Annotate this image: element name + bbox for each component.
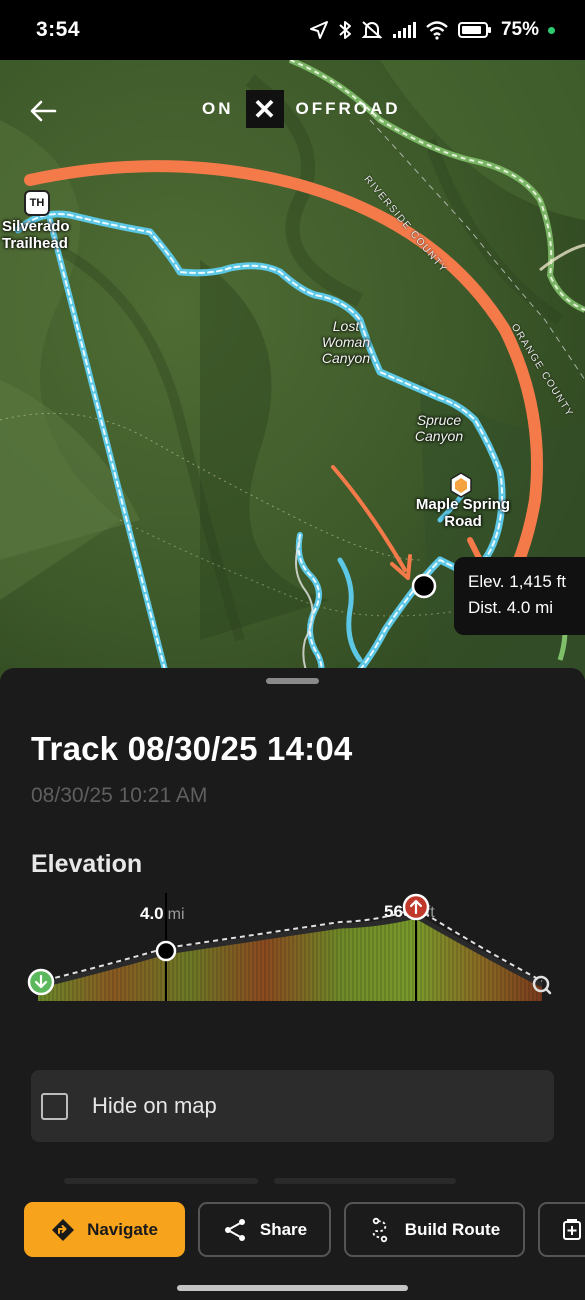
elevation-profile-chart[interactable] xyxy=(0,893,585,1043)
status-time: 3:54 xyxy=(36,18,81,41)
tooltip-dist-value: 4.0 mi xyxy=(506,598,554,617)
brand-logo: ON ✕ OFFROAD xyxy=(202,90,401,128)
trailhead-icon[interactable]: TH xyxy=(24,190,50,216)
hide-on-map-label: Hide on map xyxy=(92,1093,217,1118)
navigate-icon xyxy=(52,1218,75,1241)
sheet-drag-handle[interactable] xyxy=(266,678,319,684)
tooltip-elev-label: Elev. xyxy=(468,572,505,591)
brand-x-mark: ✕ xyxy=(252,93,277,125)
brand-x-icon: ✕ xyxy=(245,90,284,128)
trailhead-label[interactable]: Silverado Trailhead xyxy=(2,218,70,253)
collapsed-content-hint xyxy=(274,1178,456,1184)
track-date: 08/30/25 10:21 AM xyxy=(31,784,208,807)
tooltip-dist-label: Dist. xyxy=(468,598,502,617)
home-indicator[interactable] xyxy=(177,1285,408,1291)
brand-on: ON xyxy=(202,99,234,118)
label-line: Maple Spring xyxy=(415,496,511,513)
trailhead-label-line2: Trailhead xyxy=(2,235,68,253)
map-tooltip: Elev. 1,415 ft Dist. 4.0 mi xyxy=(454,557,585,635)
navigate-button[interactable]: Navigate xyxy=(24,1202,185,1257)
back-arrow-icon xyxy=(30,100,57,122)
battery-icon xyxy=(457,22,491,38)
location-arrow-icon xyxy=(309,21,328,39)
trailhead-label-line1: Silverado xyxy=(2,218,70,235)
battery-percent: 75% xyxy=(500,19,539,40)
back-button[interactable] xyxy=(26,94,60,128)
add-to-folder-icon xyxy=(563,1218,581,1240)
tooltip-elevation: Elev. 1,415 ft xyxy=(468,569,585,595)
elevation-max-marker xyxy=(402,893,430,921)
collapsed-content-hint xyxy=(64,1178,258,1184)
tooltip-distance: Dist. 4.0 mi xyxy=(468,595,585,621)
track-details-sheet: Track 08/30/25 14:04 08/30/25 10:21 AM E… xyxy=(0,668,585,1300)
share-icon xyxy=(224,1218,245,1241)
track-title: Track 08/30/25 14:04 xyxy=(31,730,353,767)
charging-dot-icon xyxy=(548,26,555,34)
label-line: Lost xyxy=(332,318,360,334)
navigate-label: Navigate xyxy=(87,1219,158,1239)
build-route-label: Build Route xyxy=(404,1219,501,1239)
action-bar: Navigate Share Build Route xyxy=(0,1202,585,1258)
label-line: Woman xyxy=(321,334,371,351)
mute-icon xyxy=(361,21,383,39)
hide-on-map-row[interactable]: Hide on map xyxy=(31,1070,554,1142)
more-actions-button[interactable] xyxy=(538,1202,585,1257)
label-line: Spruce xyxy=(416,412,462,428)
elevation-section-title: Elevation xyxy=(31,850,143,878)
label-line: Canyon xyxy=(321,350,371,367)
map-view[interactable]: ON ✕ OFFROAD TH Silverado Trailhead Lost… xyxy=(0,60,585,680)
tooltip-elev-value: 1,415 ft xyxy=(509,572,566,591)
hide-on-map-checkbox[interactable] xyxy=(41,1092,68,1120)
elevation-start-marker xyxy=(27,968,55,996)
status-bar: 3:54 75% xyxy=(0,0,585,60)
signal-icon xyxy=(392,22,416,38)
build-route-button[interactable]: Build Route xyxy=(344,1202,525,1257)
spruce-canyon-label: Spruce Canyon xyxy=(408,412,470,444)
wifi-icon xyxy=(426,21,448,40)
bluetooth-icon xyxy=(339,21,351,39)
maple-spring-road-label[interactable]: Maple Spring Road xyxy=(404,496,522,531)
share-button[interactable]: Share xyxy=(198,1202,331,1257)
label-line: Road xyxy=(444,513,482,531)
build-route-icon xyxy=(372,1217,387,1242)
share-label: Share xyxy=(259,1219,308,1239)
label-line: Canyon xyxy=(414,428,464,445)
brand-offroad: OFFROAD xyxy=(295,99,401,118)
lost-woman-canyon-label: Lost Woman Canyon xyxy=(318,318,374,366)
status-icons: 75% xyxy=(309,19,555,41)
